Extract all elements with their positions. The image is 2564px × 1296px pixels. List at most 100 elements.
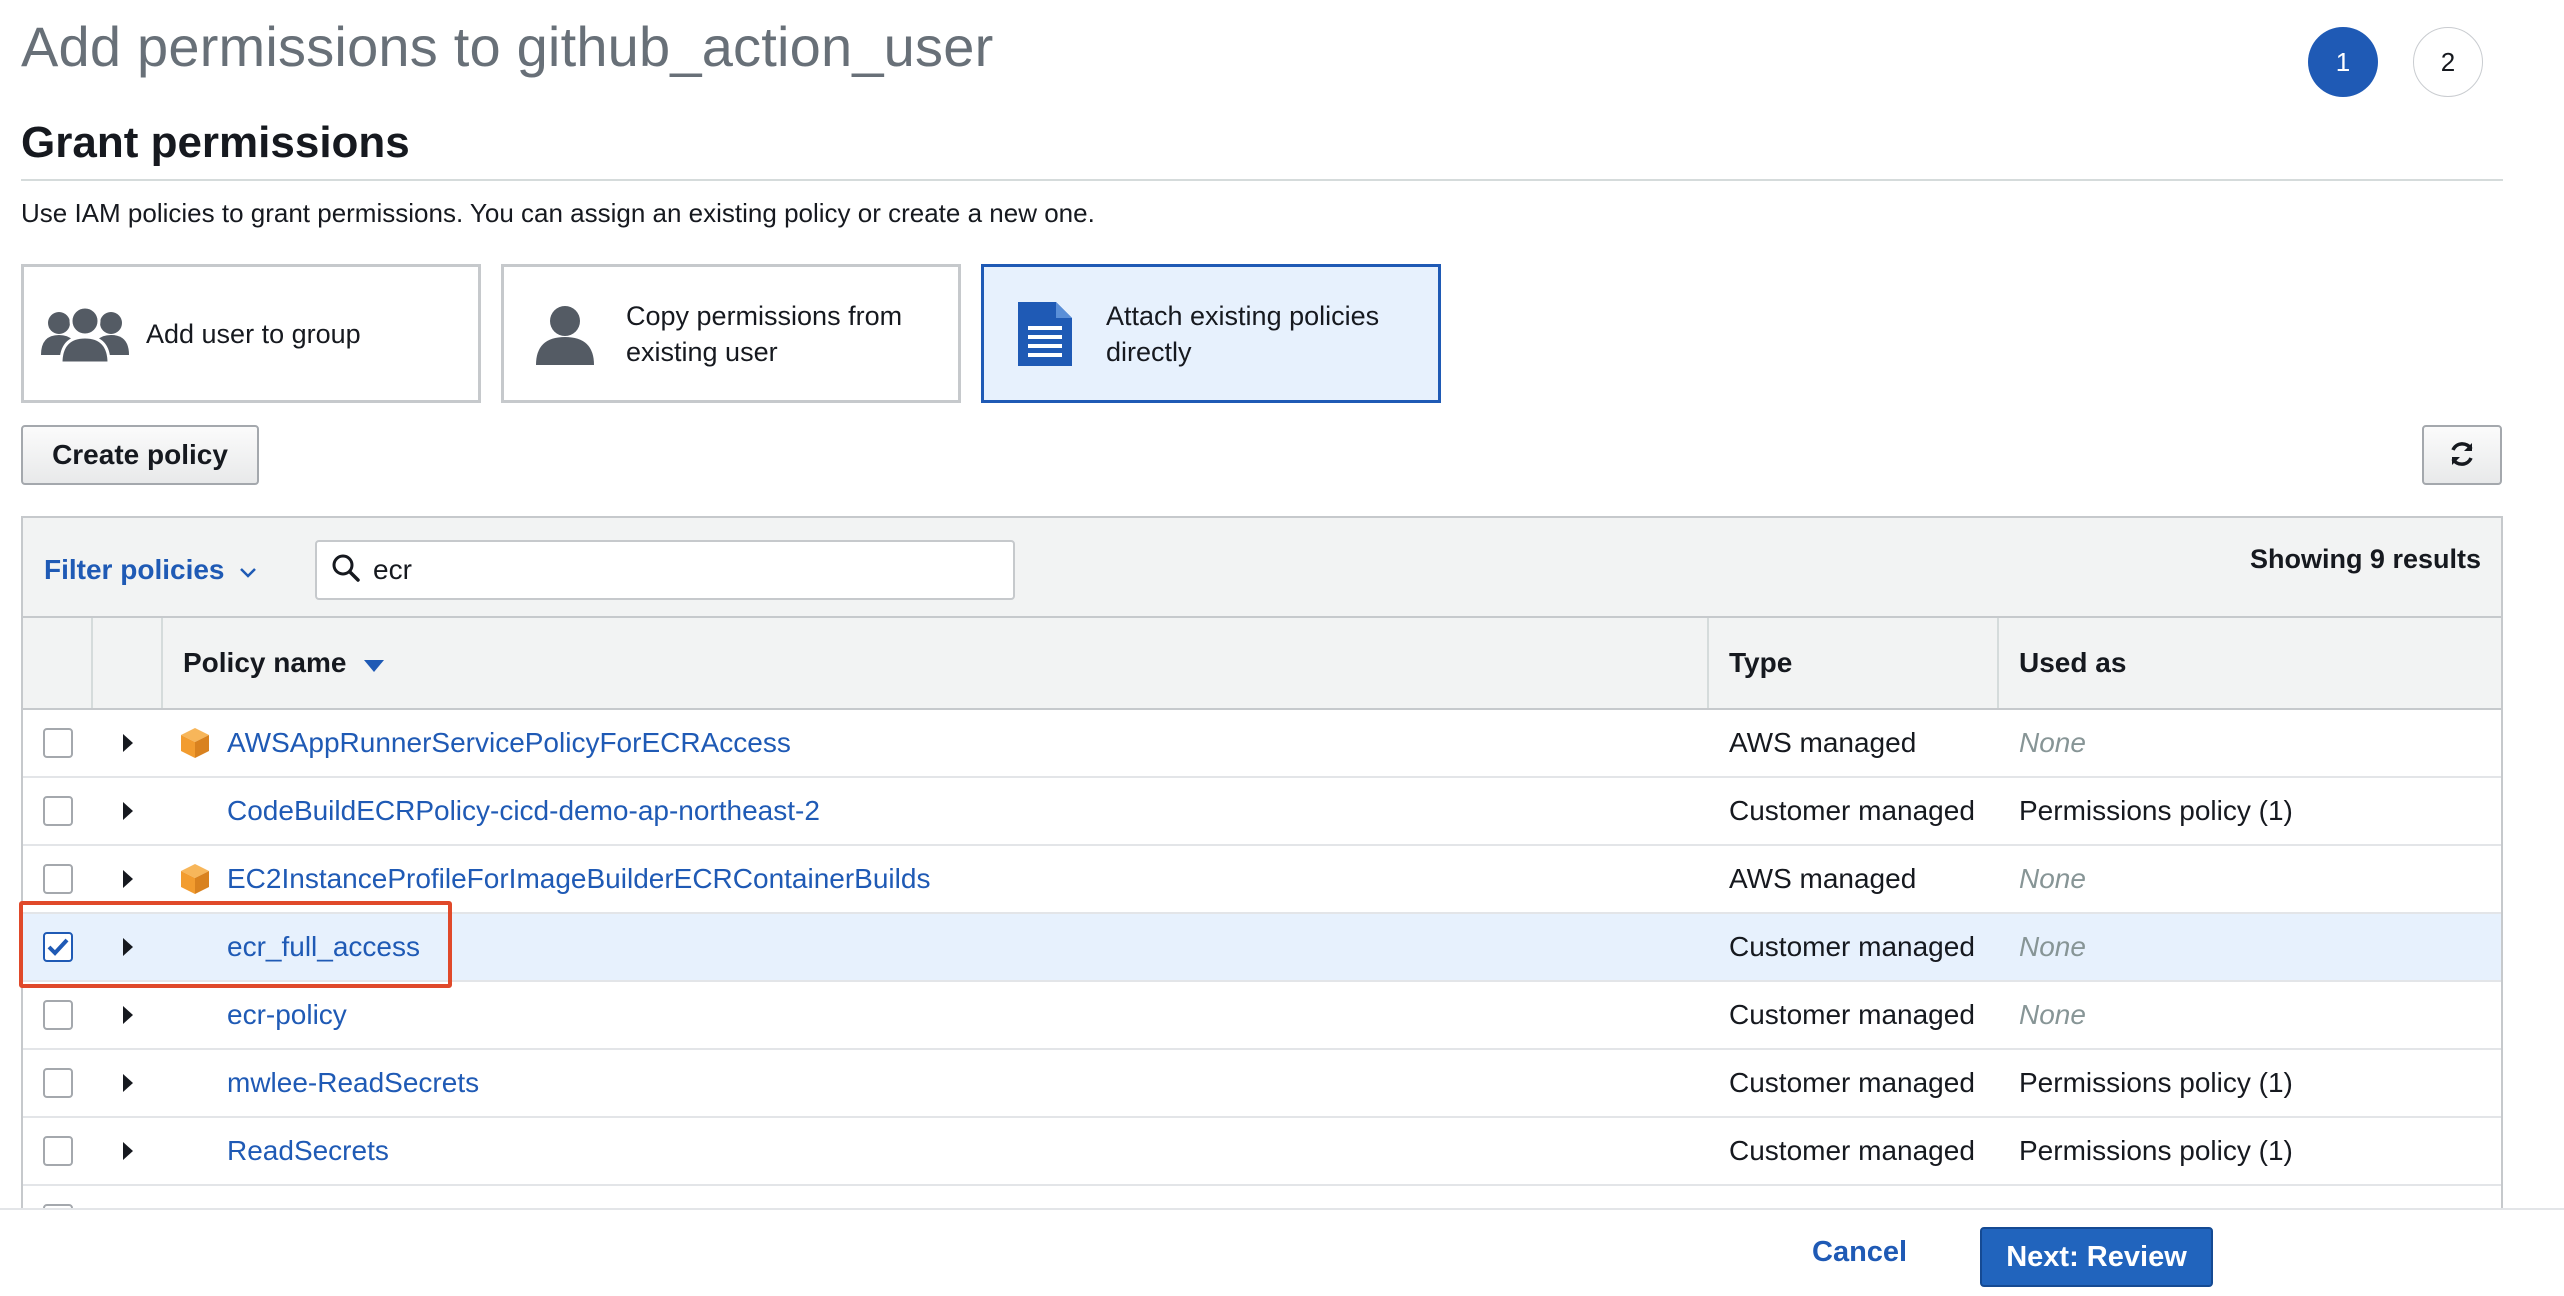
row-expand-cell <box>93 1118 163 1184</box>
expand-caret-icon[interactable] <box>123 802 133 820</box>
table-row[interactable]: ReadSecrets Customer managed Permissions… <box>23 1118 2501 1186</box>
policy-name-link[interactable]: ReadSecrets <box>227 1135 389 1167</box>
document-icon <box>984 298 1106 370</box>
option-label: Attach existing policies directly <box>1106 300 1380 367</box>
section-description: Use IAM policies to grant permissions. Y… <box>21 198 1095 228</box>
row-checkbox[interactable] <box>43 796 73 826</box>
section-divider <box>21 179 2503 181</box>
column-header-policy-name[interactable]: Policy name <box>163 618 1709 708</box>
user-icon <box>504 301 626 367</box>
row-checkbox[interactable] <box>43 728 73 758</box>
row-expand-cell <box>93 846 163 912</box>
policy-icon-spacer <box>177 793 213 829</box>
policy-name-cell: AWSAppRunnerServicePolicyForECRAccess <box>163 710 1709 776</box>
next-review-button[interactable]: Next: Review <box>1980 1227 2213 1287</box>
row-checkbox-cell <box>23 914 93 980</box>
row-checkbox-cell <box>23 846 93 912</box>
policy-type-cell: Customer managed <box>1729 1067 1975 1098</box>
header-checkbox-cell <box>23 618 93 708</box>
row-checkbox[interactable] <box>43 1068 73 1098</box>
sort-descending-icon <box>364 647 385 679</box>
expand-caret-icon[interactable] <box>123 1074 133 1092</box>
search-input[interactable] <box>373 554 973 586</box>
policy-used-as-cell: Permissions policy (1) <box>2019 1135 2293 1166</box>
row-expand-cell <box>93 914 163 980</box>
row-checkbox-cell <box>23 1050 93 1116</box>
policy-type-cell: Customer managed <box>1729 795 1975 826</box>
policy-icon-spacer <box>177 929 213 965</box>
table-row[interactable]: ecr_full_access Customer managed None <box>23 914 2501 982</box>
row-checkbox-cell <box>23 710 93 776</box>
filter-policies-dropdown[interactable]: Filter policies <box>44 554 257 586</box>
aws-managed-icon <box>177 725 213 761</box>
policy-used-as-cell: None <box>2019 863 2086 894</box>
option-label: Add user to group <box>146 318 361 349</box>
policy-icon-spacer <box>177 1133 213 1169</box>
refresh-icon <box>2447 439 2477 472</box>
policy-type-cell: Customer managed <box>1729 931 1975 962</box>
row-checkbox[interactable] <box>43 932 73 962</box>
option-add-user-to-group[interactable]: Add user to group <box>21 264 481 403</box>
policy-type-cell: AWS managed <box>1729 863 1917 894</box>
table-row[interactable]: AWSAppRunnerServicePolicyForECRAccess AW… <box>23 710 2501 778</box>
policy-name-cell: ecr_full_access <box>163 914 1709 980</box>
policy-type-cell: Customer managed <box>1729 999 1975 1030</box>
filter-bar: Filter policies Showing 9 results <box>23 518 2501 618</box>
policy-used-as-cell: Permissions policy (1) <box>2019 1067 2293 1098</box>
table-header: Policy name Type Used as <box>23 618 2501 710</box>
row-checkbox-cell <box>23 982 93 1048</box>
policy-name-link[interactable]: EC2InstanceProfileForImageBuilderECRCont… <box>227 863 930 895</box>
footer-bar: Cancel Next: Review <box>0 1208 2564 1296</box>
expand-caret-icon[interactable] <box>123 1006 133 1024</box>
row-checkbox-cell <box>23 778 93 844</box>
column-header-type: Type <box>1709 618 1999 708</box>
row-checkbox-cell <box>23 1118 93 1184</box>
option-copy-permissions[interactable]: Copy permissions from existing user <box>501 264 961 403</box>
table-row[interactable]: ecr-policy Customer managed None <box>23 982 2501 1050</box>
row-expand-cell <box>93 710 163 776</box>
table-body: AWSAppRunnerServicePolicyForECRAccess AW… <box>23 710 2501 1254</box>
policy-used-as-cell: Permissions policy (1) <box>2019 795 2293 826</box>
policy-name-cell: ecr-policy <box>163 982 1709 1048</box>
expand-caret-icon[interactable] <box>123 734 133 752</box>
policy-type-cell: Customer managed <box>1729 1135 1975 1166</box>
expand-caret-icon[interactable] <box>123 870 133 888</box>
policy-name-link[interactable]: ecr-policy <box>227 999 347 1031</box>
step-indicator-1[interactable]: 1 <box>2308 27 2378 97</box>
step-indicator-2[interactable]: 2 <box>2413 27 2483 97</box>
policy-name-link[interactable]: AWSAppRunnerServicePolicyForECRAccess <box>227 727 791 759</box>
policy-icon-spacer <box>177 997 213 1033</box>
page-title: Add permissions to github_action_user <box>21 15 994 78</box>
row-checkbox[interactable] <box>43 864 73 894</box>
expand-caret-icon[interactable] <box>123 1142 133 1160</box>
policy-used-as-cell: None <box>2019 999 2086 1030</box>
row-expand-cell <box>93 778 163 844</box>
section-title: Grant permissions <box>21 118 410 167</box>
policy-used-as-cell: None <box>2019 727 2086 758</box>
header-expand-cell <box>93 618 163 708</box>
table-row[interactable]: EC2InstanceProfileForImageBuilderECRCont… <box>23 846 2501 914</box>
table-row[interactable]: mwlee-ReadSecrets Customer managed Permi… <box>23 1050 2501 1118</box>
refresh-button[interactable] <box>2422 425 2502 485</box>
expand-caret-icon[interactable] <box>123 938 133 956</box>
policy-name-link[interactable]: CodeBuildECRPolicy-cicd-demo-ap-northeas… <box>227 795 820 827</box>
policy-type-cell: AWS managed <box>1729 727 1917 758</box>
row-expand-cell <box>93 1050 163 1116</box>
policy-name-cell: mwlee-ReadSecrets <box>163 1050 1709 1116</box>
cancel-button[interactable]: Cancel <box>1812 1236 1907 1269</box>
search-icon <box>331 553 361 588</box>
column-header-used-as: Used as <box>2019 647 2127 678</box>
create-policy-button[interactable]: Create policy <box>21 425 259 485</box>
chevron-down-icon <box>239 554 257 586</box>
policy-name-link[interactable]: mwlee-ReadSecrets <box>227 1067 479 1099</box>
policy-used-as-cell: None <box>2019 931 2086 962</box>
policy-icon-spacer <box>177 1065 213 1101</box>
policy-name-cell: ReadSecrets <box>163 1118 1709 1184</box>
option-label: Copy permissions from existing user <box>626 300 903 367</box>
option-attach-policies[interactable]: Attach existing policies directly <box>981 264 1441 403</box>
policy-name-link[interactable]: ecr_full_access <box>227 931 420 963</box>
row-checkbox[interactable] <box>43 1136 73 1166</box>
policy-name-cell: EC2InstanceProfileForImageBuilderECRCont… <box>163 846 1709 912</box>
table-row[interactable]: CodeBuildECRPolicy-cicd-demo-ap-northeas… <box>23 778 2501 846</box>
row-checkbox[interactable] <box>43 1000 73 1030</box>
